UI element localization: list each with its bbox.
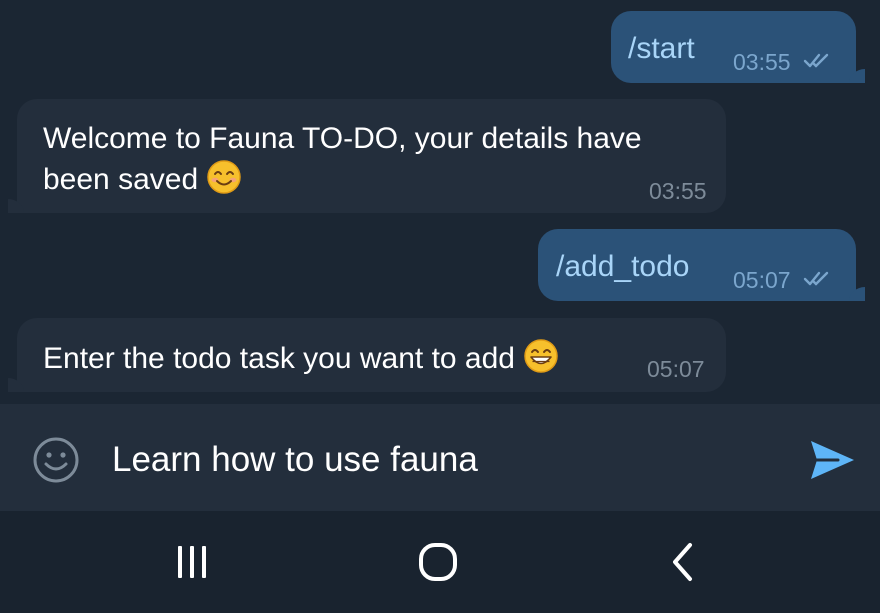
message-incoming-welcome[interactable]: Welcome to Fauna TO-DO, your details hav… <box>8 99 726 213</box>
bubble-tail <box>8 378 24 392</box>
message-time: 05:07 <box>647 356 705 382</box>
send-icon[interactable] <box>808 438 856 482</box>
chat-history: /start 03:55 Welcome to Fauna TO-DO, you… <box>0 0 880 404</box>
message-time: 03:55 <box>733 49 791 75</box>
message-outgoing-add-todo[interactable]: /add_todo 05:07 <box>538 229 865 301</box>
message-text-line-2-label: been saved <box>43 163 199 196</box>
recent-apps-icon[interactable] <box>168 540 216 586</box>
message-time: 03:55 <box>649 178 707 204</box>
message-text: /start <box>628 32 695 65</box>
message-text-label: Enter the todo task you want to add <box>43 342 515 375</box>
message-text-line-2: been saved <box>43 159 242 200</box>
message-text: Enter the todo task you want to add <box>43 338 559 379</box>
smiling-face-icon <box>207 160 241 194</box>
bubble-tail <box>849 69 865 83</box>
message-input[interactable]: Learn how to use fauna <box>112 438 478 482</box>
message-time: 05:07 <box>733 267 791 293</box>
bubble-tail <box>8 199 24 213</box>
smiley-icon[interactable] <box>32 436 80 484</box>
message-outgoing-start[interactable]: /start 03:55 <box>611 11 865 83</box>
double-check-icon <box>803 53 829 68</box>
home-icon[interactable] <box>414 540 462 586</box>
bubble-tail <box>849 287 865 301</box>
grinning-face-icon <box>524 339 558 373</box>
message-text: /add_todo <box>556 250 690 283</box>
back-icon[interactable] <box>660 540 708 586</box>
message-text-line-1: Welcome to Fauna TO-DO, your details hav… <box>43 122 642 155</box>
message-incoming-enter-todo[interactable]: Enter the todo task you want to add 05:0… <box>8 318 726 392</box>
double-check-icon <box>803 271 829 286</box>
